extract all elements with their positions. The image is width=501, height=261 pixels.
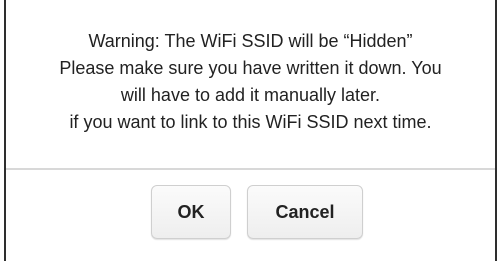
ok-button[interactable]: OK	[151, 185, 231, 239]
warning-message: Warning: The WiFi SSID will be “Hidden” …	[6, 28, 495, 136]
warning-message-line-1: Warning: The WiFi SSID will be “Hidden”	[88, 31, 413, 51]
hidden-ssid-warning-dialog: Warning: The WiFi SSID will be “Hidden” …	[4, 0, 497, 261]
warning-message-line-2: Please make sure you have written it dow…	[59, 58, 442, 78]
cancel-button[interactable]: Cancel	[247, 185, 363, 239]
warning-message-line-4: if you want to link to this WiFi SSID ne…	[69, 112, 432, 132]
dialog-divider	[6, 168, 495, 170]
warning-message-line-3: will have to add it manually later.	[120, 85, 381, 105]
